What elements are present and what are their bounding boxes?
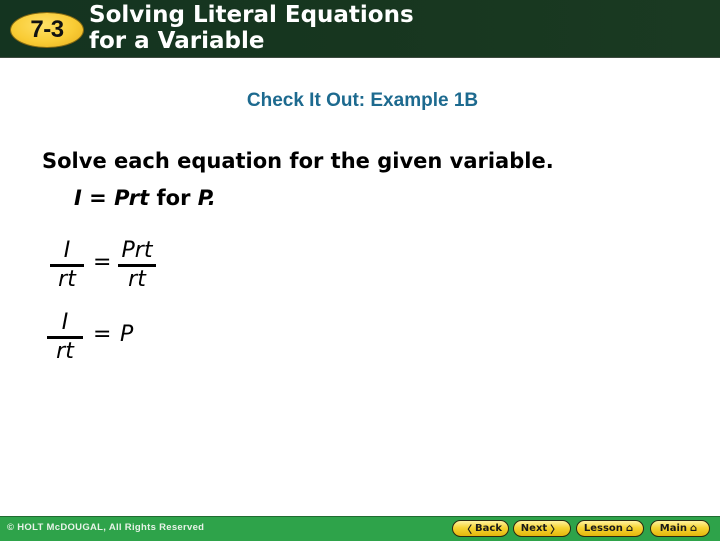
main-button-label: Main bbox=[659, 523, 688, 534]
chevron-right-icon: 〉 bbox=[550, 525, 561, 536]
problem-variable: P. bbox=[197, 186, 216, 210]
main-button[interactable]: Main ⌂ bbox=[650, 520, 710, 537]
next-button[interactable]: Next 〉 bbox=[513, 520, 571, 537]
step-2-equals: = bbox=[93, 322, 112, 347]
instruction-text: Solve each equation for the given variab… bbox=[42, 149, 554, 173]
footer-bar: © HOLT McDOUGAL, All Rights Reserved 〈 B… bbox=[0, 516, 720, 541]
header-bar: 7-3 Solving Literal Equations for a Vari… bbox=[0, 0, 720, 58]
home-icon: ⌂ bbox=[690, 523, 698, 534]
denominator: rt bbox=[58, 267, 76, 292]
back-button-label: Back bbox=[475, 523, 502, 534]
step-1-rhs-fraction: Prt rt bbox=[118, 238, 156, 293]
lesson-title-line1: Solving Literal Equations bbox=[89, 2, 414, 28]
step-2-lhs-fraction: I rt bbox=[47, 310, 83, 365]
lesson-title-line2: for a Variable bbox=[89, 28, 265, 54]
home-icon: ⌂ bbox=[625, 523, 634, 534]
next-button-label: Next bbox=[520, 523, 548, 534]
step-2-rhs: P bbox=[120, 322, 134, 347]
step-1-equals: = bbox=[93, 250, 112, 275]
problem-equals: = bbox=[89, 186, 107, 210]
numerator: Prt bbox=[121, 238, 153, 263]
problem-rhs: Prt bbox=[114, 186, 150, 210]
lesson-number: 7-3 bbox=[30, 16, 64, 43]
step-1-lhs-fraction: I rt bbox=[50, 238, 84, 293]
numerator: I bbox=[61, 310, 69, 335]
lesson-button-label: Lesson bbox=[583, 523, 623, 534]
copyright-text: © HOLT McDOUGAL, All Rights Reserved bbox=[7, 522, 205, 533]
example-subtitle: Check It Out: Example 1B bbox=[246, 90, 479, 111]
denominator: rt bbox=[56, 339, 74, 364]
denominator: rt bbox=[128, 267, 146, 292]
lesson-title: Solving Literal Equations for a Variable bbox=[89, 2, 414, 54]
problem-lhs: I bbox=[74, 186, 82, 210]
chevron-left-icon: 〈 bbox=[462, 525, 473, 536]
problem-connector: for bbox=[156, 186, 191, 210]
problem-statement: I = Prt for P. bbox=[74, 186, 216, 210]
back-button[interactable]: 〈 Back bbox=[452, 520, 509, 537]
numerator: I bbox=[63, 238, 71, 263]
lesson-button[interactable]: Lesson ⌂ bbox=[576, 520, 644, 537]
lesson-number-badge: 7-3 bbox=[11, 13, 83, 47]
